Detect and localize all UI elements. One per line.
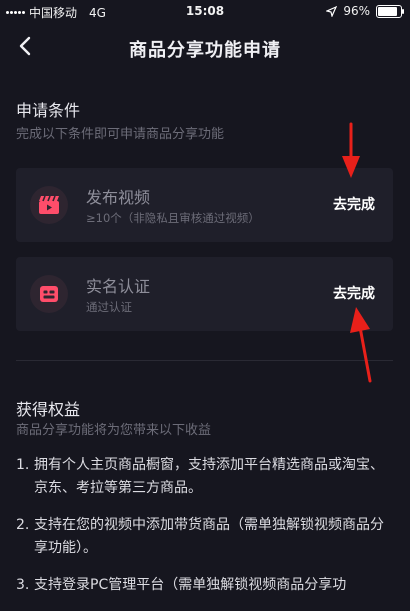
list-item-text: 支持登录PC管理平台（需单独解锁视频商品分享功 <box>34 577 347 593</box>
condition-card-realname: 实名认证 通过认证 去完成 <box>16 257 393 331</box>
nav-bar: 商品分享功能申请 <box>0 24 410 68</box>
condition-title: 实名认证 <box>86 277 151 296</box>
condition-desc: ≥10个（非隐私且审核通过视频） <box>86 211 260 225</box>
video-clapper-icon <box>30 186 68 224</box>
benefits-title: 获得权益 <box>16 400 81 419</box>
location-icon <box>326 5 338 17</box>
list-item-number: 1. <box>16 457 30 473</box>
benefits-list: 1. 拥有个人主页商品橱窗，支持添加平台精选商品或淘宝、京东、考拉等第三方商品。… <box>16 454 396 611</box>
list-item-number: 2. <box>16 517 30 533</box>
list-item-text: 支持在您的视频中添加带货商品（需单独解锁视频商品分享功能）。 <box>34 517 384 556</box>
id-card-icon <box>30 275 68 313</box>
red-arrow-down-icon <box>342 122 360 178</box>
page-title: 商品分享功能申请 <box>129 40 281 61</box>
status-bar: 中国移动 4G 15:08 96% <box>0 0 410 24</box>
red-arrow-up-icon <box>350 307 372 383</box>
condition-desc: 通过认证 <box>86 300 132 314</box>
complete-video-button[interactable]: 去完成 <box>333 194 375 214</box>
list-item-text: 拥有个人主页商品橱窗，支持添加平台精选商品或淘宝、京东、考拉等第三方商品。 <box>34 457 384 496</box>
condition-title: 发布视频 <box>86 188 151 207</box>
section-divider <box>16 360 393 361</box>
battery-percent: 96% <box>343 4 370 18</box>
conditions-subtitle: 完成以下条件即可申请商品分享功能 <box>16 127 225 142</box>
battery-icon <box>376 4 404 18</box>
benefits-subtitle: 商品分享功能将为您带来以下收益 <box>16 423 212 438</box>
list-item: 1. 拥有个人主页商品橱窗，支持添加平台精选商品或淘宝、京东、考拉等第三方商品。 <box>16 454 396 500</box>
list-item: 3. 支持登录PC管理平台（需单独解锁视频商品分享功 <box>16 574 396 597</box>
complete-realname-button[interactable]: 去完成 <box>333 283 375 303</box>
list-item-number: 3. <box>16 577 30 593</box>
conditions-title: 申请条件 <box>16 101 81 120</box>
list-item: 2. 支持在您的视频中添加带货商品（需单独解锁视频商品分享功能）。 <box>16 514 396 560</box>
status-right: 96% <box>326 4 404 18</box>
